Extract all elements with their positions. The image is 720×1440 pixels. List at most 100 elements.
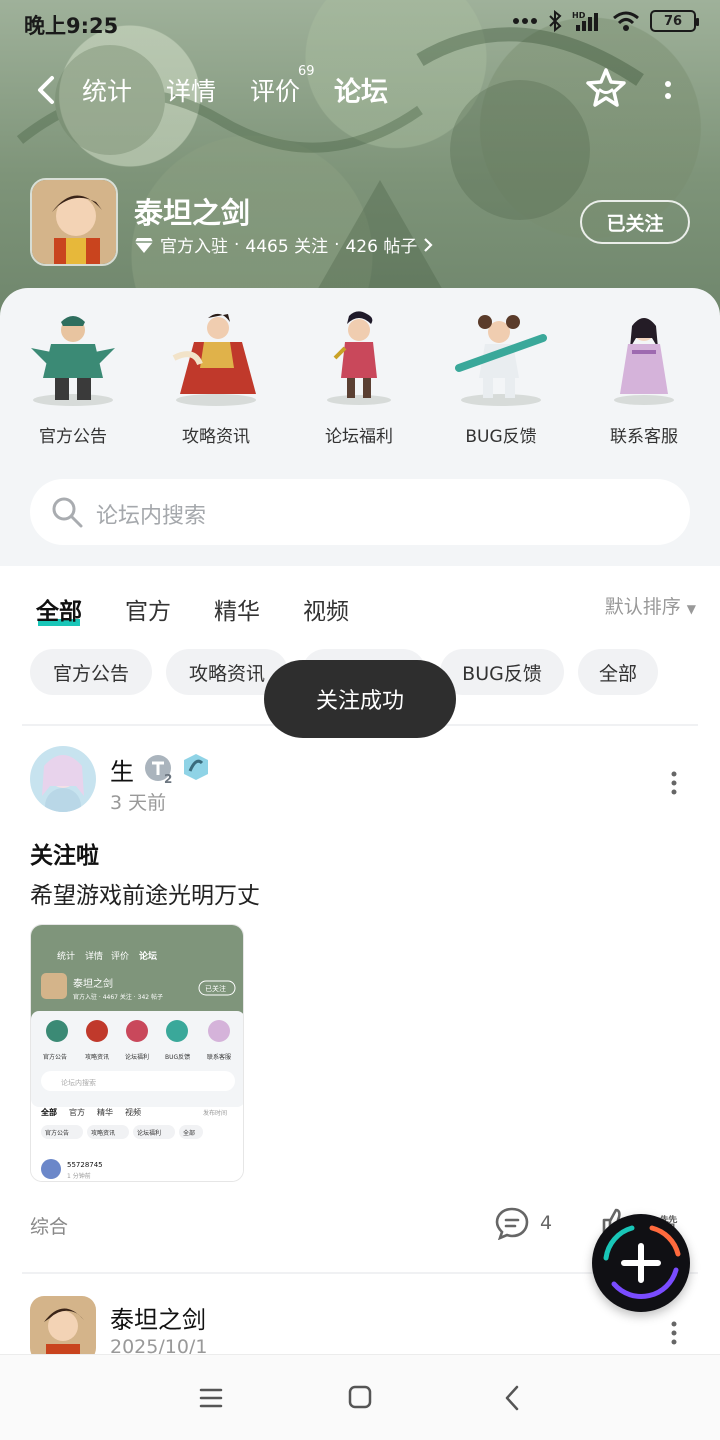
game-meta: 官方入驻 · 4465 关注 · 426 帖子 (134, 232, 433, 257)
user-avatar-icon (30, 746, 96, 812)
thumb-feed-tab-2: 官方 (69, 1107, 85, 1117)
thumb-chip-4: 全部 (183, 1129, 195, 1137)
comment-button[interactable]: 4 (494, 1206, 552, 1240)
system-nav-bar (0, 1354, 720, 1440)
tab-forum[interactable]: 论坛 (334, 70, 388, 109)
back-icon[interactable] (500, 1383, 524, 1413)
thumb-chip-3: 论坛福利 (137, 1129, 161, 1137)
thumb-cat-4: BUG反馈 (165, 1053, 190, 1061)
thumb-feed-tab-1: 全部 (40, 1107, 57, 1117)
official-label: 官方入驻 (160, 237, 228, 257)
followers-count: 4465 关注 (245, 237, 329, 257)
back-arrow-icon[interactable] (32, 72, 62, 108)
search-input[interactable]: 论坛内搜索 (96, 498, 206, 530)
feed-tab-all[interactable]: 全部 (36, 592, 82, 626)
feed-tabs: 全部 官方 精华 视频 默认排序 ▼ (0, 566, 720, 646)
category-customer-service[interactable]: 联系客服 (579, 308, 709, 447)
thumb-game-meta: 官方入驻 · 4467 关注 · 342 帖子 (73, 993, 163, 1001)
feed-tab-label: 精华 (214, 599, 260, 625)
post-title[interactable]: 关注啦 (30, 836, 99, 870)
more-dots-icon (513, 18, 537, 24)
diamond-verified-icon (135, 237, 153, 253)
comment-icon (495, 1207, 529, 1240)
level-badge-icon: 2 (145, 755, 172, 784)
game-banner (0, 0, 720, 320)
post-category-tag[interactable]: 综合 (30, 1212, 68, 1239)
thumb-chip-2: 攻略资讯 (91, 1129, 115, 1137)
thumb-tab-2: 详情 (85, 950, 103, 962)
sort-dropdown[interactable]: 默认排序 ▼ (605, 592, 696, 619)
official-avatar-icon (30, 1296, 96, 1362)
toast-message: 关注成功 (264, 660, 456, 738)
signal-icon: HD (572, 11, 598, 31)
thumb-tab-4: 论坛 (139, 950, 157, 962)
thumb-game-name: 泰坦之剑 (73, 977, 113, 990)
chip-official-announcement[interactable]: 官方公告 (30, 649, 152, 695)
plus-icon (603, 1225, 681, 1299)
fighter-character-icon (455, 315, 547, 406)
feed-tab-featured[interactable]: 精华 (214, 592, 260, 626)
bluetooth-icon (549, 10, 562, 32)
feed-tab-label: 全部 (36, 599, 82, 625)
more-menu-icon[interactable] (658, 70, 678, 110)
category-forum-benefits[interactable]: 论坛福利 (294, 308, 424, 447)
girl-character-icon (327, 311, 391, 405)
maiden-character-icon (614, 318, 674, 405)
home-icon[interactable] (347, 1384, 373, 1410)
post-more-icon[interactable] (664, 770, 684, 796)
feed-tab-official[interactable]: 官方 (125, 592, 171, 626)
category-official-announcement[interactable]: 官方公告 (8, 308, 138, 447)
thumb-sort: 发布时间 (203, 1109, 227, 1117)
forum-search-bar[interactable]: 论坛内搜索 (30, 479, 690, 545)
sort-label: 默认排序 (604, 596, 681, 618)
warrior-character-icon (31, 316, 115, 406)
top-nav: 统计 详情 评价 69 论坛 (0, 64, 720, 116)
thumb-tab-3: 评价 (111, 951, 129, 962)
thumb-follow: 已关注 (205, 984, 226, 993)
chevron-right-icon (424, 237, 433, 252)
tab-details[interactable]: 详情 (166, 72, 216, 108)
thumb-user: 55728745 (67, 1161, 103, 1169)
follow-button[interactable]: 已关注 (580, 200, 690, 244)
recent-apps-icon[interactable] (196, 1385, 226, 1411)
battery-indicator: 76 (650, 10, 699, 32)
avatar[interactable] (30, 1296, 96, 1362)
thumb-time: 1 分钟前 (67, 1172, 91, 1180)
post-author[interactable]: 生 (110, 752, 134, 787)
thumb-cat-3: 论坛福利 (125, 1053, 149, 1061)
star-favorite-icon[interactable] (584, 66, 628, 110)
category-panel: 官方公告 攻略资讯 论坛福利 BUG反馈 联系客服 论坛内搜索 (0, 288, 720, 566)
post-body[interactable]: 希望游戏前途光明万丈 (30, 876, 260, 910)
thumb-tab-1: 统计 (57, 950, 75, 962)
post-author[interactable]: 泰坦之剑 (110, 1300, 206, 1335)
post-image[interactable]: 统计 详情 评价 论坛 泰坦之剑 官方入驻 · 4467 关注 · 342 帖子… (30, 924, 244, 1182)
tab-reviews[interactable]: 评价 (250, 72, 300, 108)
status-time: 晚上9:25 (24, 14, 119, 38)
lady-character-icon (172, 313, 256, 406)
feed-tab-label: 视频 (303, 599, 349, 625)
chip-bug-report[interactable]: BUG反馈 (440, 649, 564, 695)
feed-tab-video[interactable]: 视频 (303, 592, 349, 626)
caret-down-icon: ▼ (686, 602, 696, 616)
banner-artwork (16, 27, 644, 320)
tab-stats[interactable]: 统计 (82, 72, 132, 108)
level-number: 2 (164, 772, 172, 784)
post-more-icon[interactable] (664, 1320, 684, 1346)
post-time: 3 天前 (110, 792, 167, 814)
category-bug-report[interactable]: BUG反馈 (436, 308, 566, 447)
avatar[interactable] (30, 746, 96, 812)
wifi-icon (613, 11, 639, 31)
thumb-feed-tab-3: 精华 (97, 1107, 113, 1117)
category-label: 论坛福利 (325, 427, 393, 447)
posts-count[interactable]: 426 帖子 (345, 232, 417, 257)
game-portrait-icon (32, 180, 116, 264)
chip-all[interactable]: 全部 (578, 649, 658, 695)
status-icons: HD 76 (512, 10, 699, 32)
category-label: BUG反馈 (465, 427, 537, 447)
network-label: HD (572, 11, 586, 20)
game-icon[interactable] (30, 178, 118, 266)
category-strategy-news[interactable]: 攻略资讯 (151, 308, 281, 447)
create-post-button[interactable] (592, 1214, 690, 1312)
game-name: 泰坦之剑 (134, 196, 251, 230)
category-label: 官方公告 (39, 427, 107, 447)
